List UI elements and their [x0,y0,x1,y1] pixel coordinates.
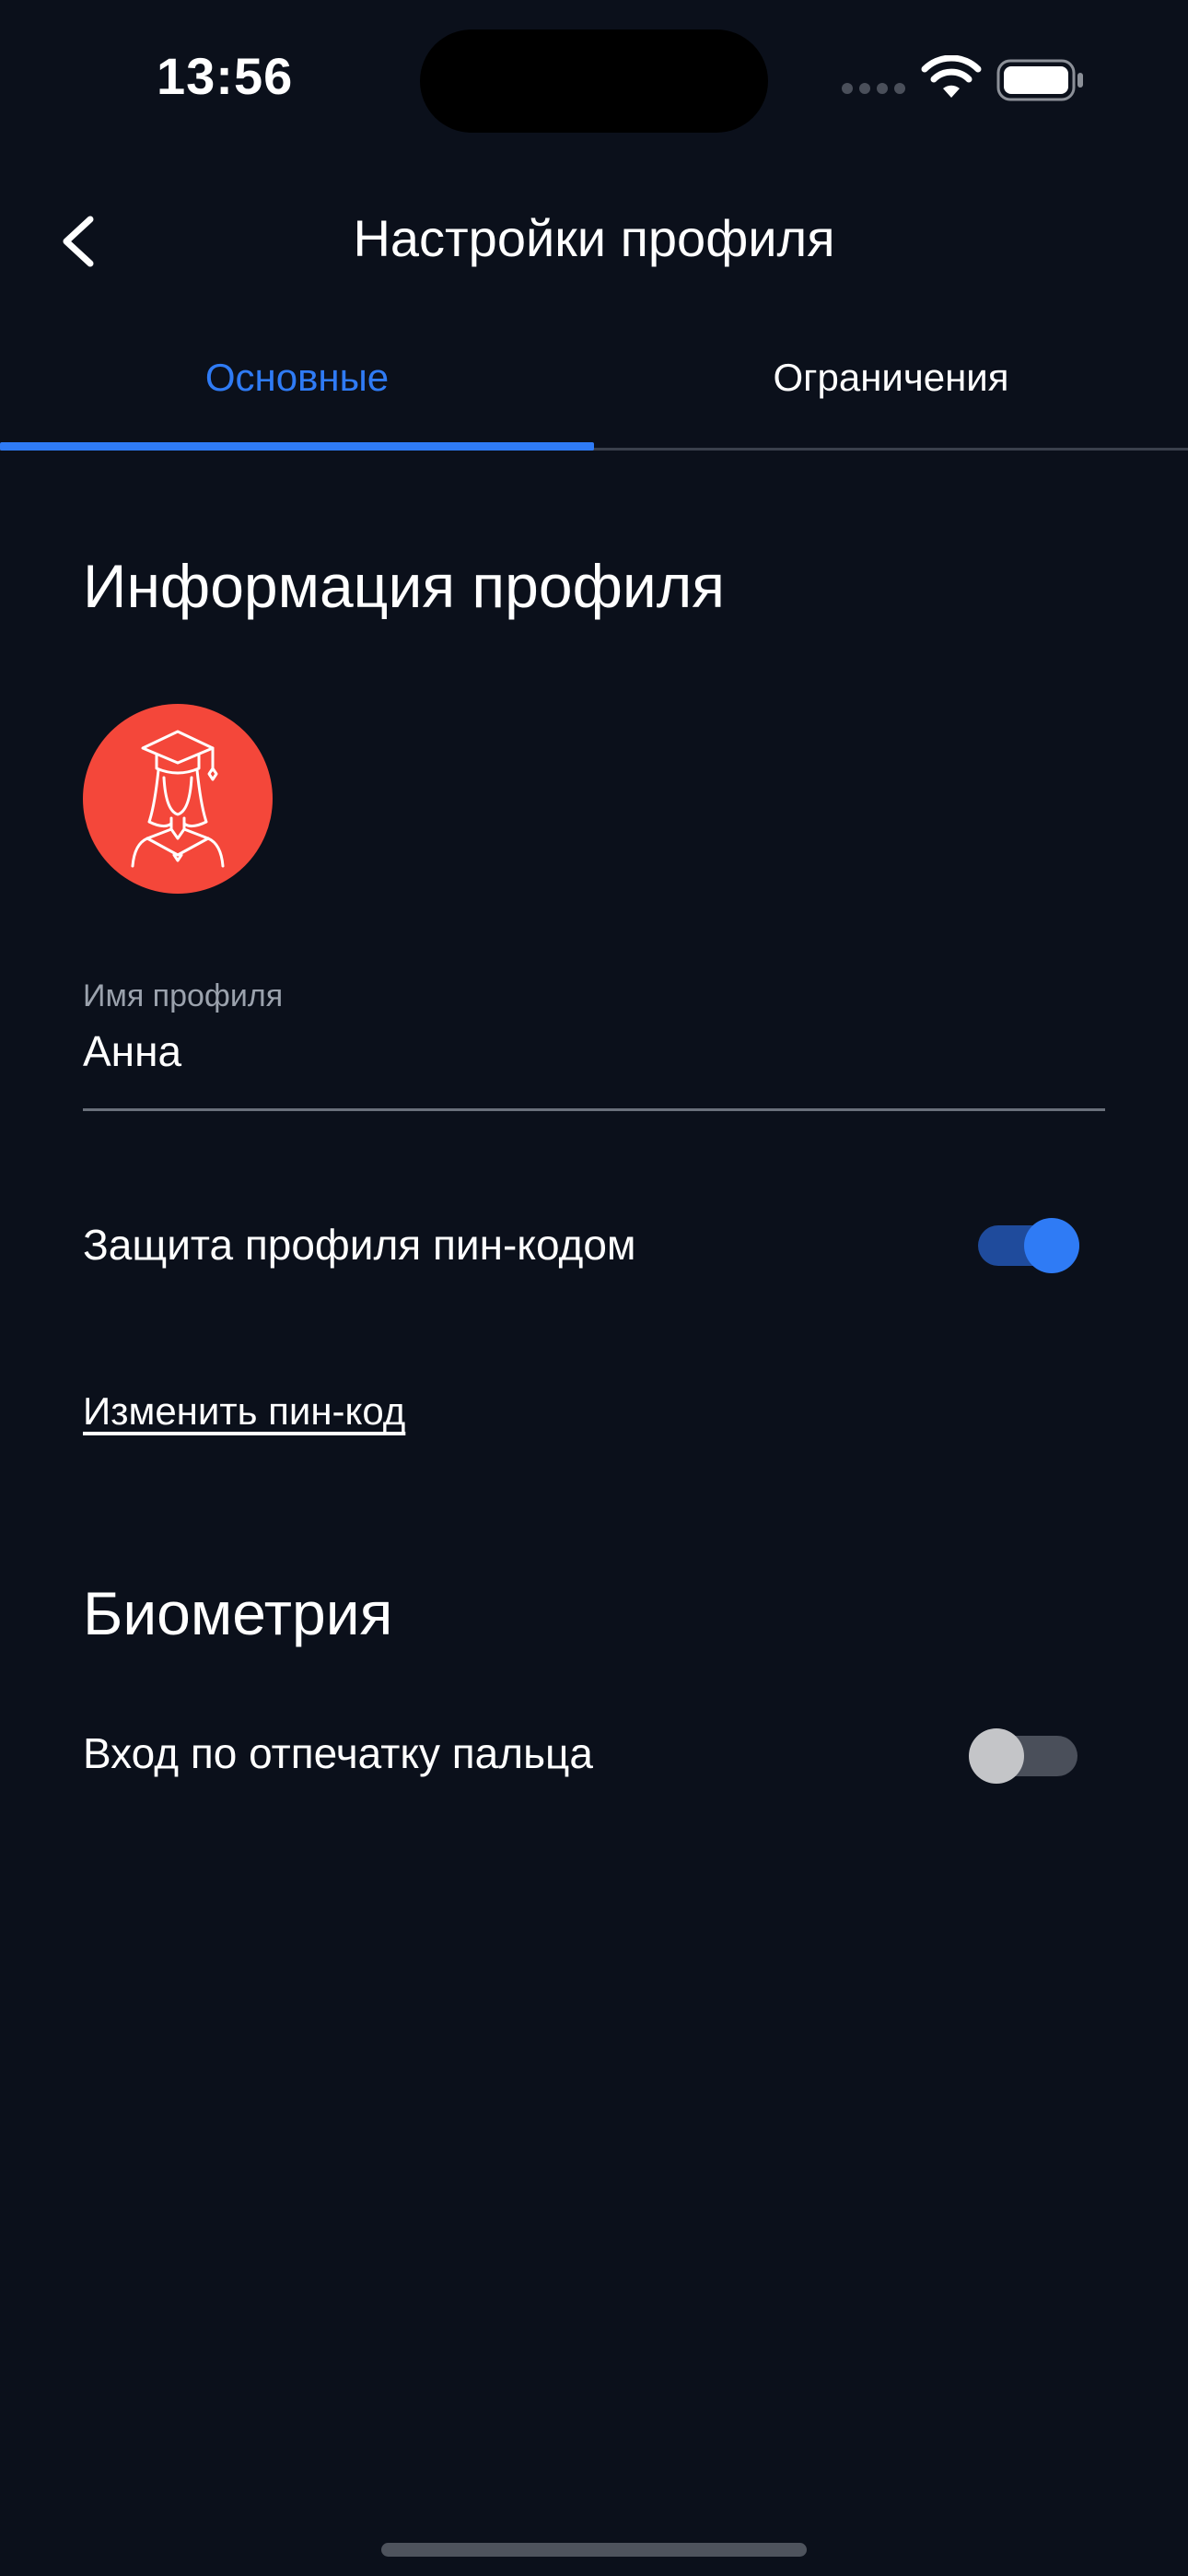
home-indicator [381,2543,807,2557]
tab-limits[interactable]: Ограничения [594,356,1188,448]
status-time: 13:56 [157,47,294,105]
signal-icon [842,83,906,94]
pin-protection-label: Защита профиля пин-кодом [83,1221,636,1269]
profile-name-underline [83,1108,1105,1111]
graduate-avatar-icon [131,730,225,868]
wifi-icon [921,55,982,98]
tab-basic[interactable]: Основные [0,356,594,448]
pin-protection-toggle[interactable] [978,1211,1089,1273]
fingerprint-login-label: Вход по отпечатку пальца [83,1729,593,1777]
fingerprint-login-toggle[interactable] [969,1721,1079,1784]
profile-name-input[interactable] [83,1026,1096,1076]
active-tab-indicator [0,442,594,451]
change-pin-link[interactable]: Изменить пин-код [83,1389,405,1434]
page-title: Настройки профиля [353,209,835,267]
biometrics-title: Биометрия [83,1579,393,1647]
battery-icon [996,59,1083,101]
avatar[interactable] [83,704,273,894]
profile-name-label: Имя профиля [83,978,284,1013]
profile-info-title: Информация профиля [83,552,725,620]
dynamic-island [420,29,768,133]
